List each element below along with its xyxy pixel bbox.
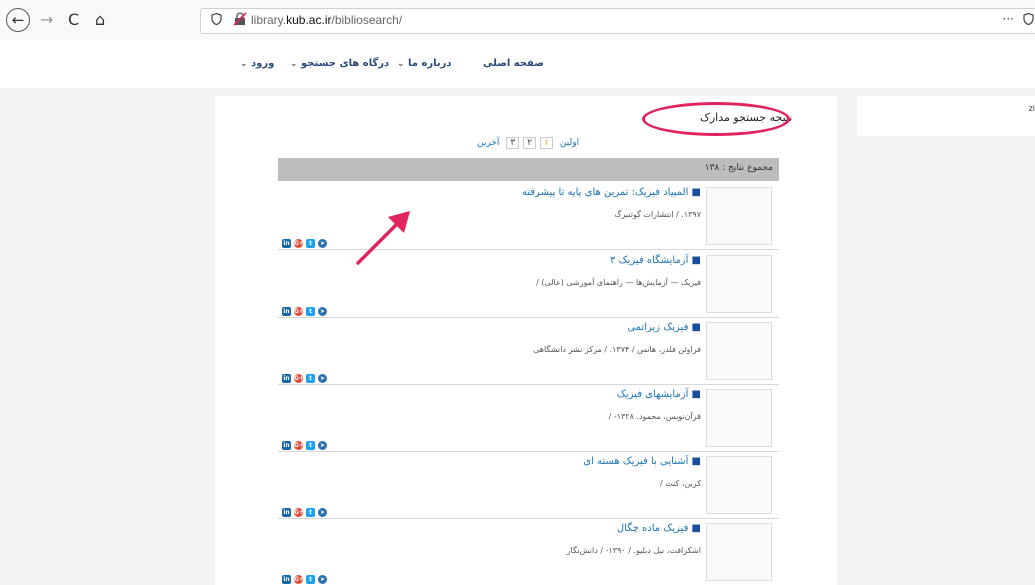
- page-1[interactable]: ۱: [540, 137, 553, 149]
- home-button[interactable]: ⌂: [95, 11, 105, 29]
- book-icon: ■: [691, 322, 701, 333]
- share-icons: in G+ t ➤: [282, 230, 330, 248]
- insecure-lock-icon[interactable]: [233, 12, 247, 30]
- address-bar[interactable]: library.kub.ac.ir/bibliosearch/ ···: [200, 8, 1035, 34]
- result-item: ■ آشنایی با فیزیک هسته ای کرین، کنث / in…: [278, 451, 779, 519]
- result-title[interactable]: ■ آزمایشهای فیزیک: [617, 389, 701, 400]
- googleplus-icon[interactable]: G+: [294, 307, 304, 316]
- twitter-icon[interactable]: t: [306, 307, 315, 316]
- share-icons: in G+ t ➤: [282, 566, 330, 584]
- share-icons: in G+ t ➤: [282, 365, 330, 383]
- book-icon: ■: [691, 456, 701, 467]
- result-item: ■ فیزیک زیراتمی فراوئن فلدر، هانس / ۱۳۷۴…: [278, 317, 779, 385]
- result-title[interactable]: ■ آشنایی با فیزیک هسته ای: [583, 456, 701, 467]
- results-summary-bar: مجموع نتایج : ۱۳۸: [278, 158, 779, 181]
- telegram-icon[interactable]: ➤: [318, 307, 327, 316]
- twitter-icon[interactable]: t: [306, 239, 315, 248]
- telegram-icon[interactable]: ➤: [318, 374, 327, 383]
- page-3[interactable]: ۳: [506, 137, 520, 149]
- nav-login[interactable]: ورود ⌄: [240, 58, 274, 69]
- result-item: ■ فیزیک ماده چگال اشکرافت، نیل دبلیو. / …: [278, 518, 779, 585]
- book-icon: ■: [691, 255, 701, 266]
- result-title[interactable]: ■ فیزیک زیراتمی: [627, 322, 701, 333]
- side-box: zi: [857, 96, 1035, 136]
- telegram-icon[interactable]: ➤: [318, 508, 327, 517]
- nav-about[interactable]: درباره ما ⌄: [397, 58, 452, 69]
- result-thumbnail[interactable]: [706, 389, 772, 447]
- result-title[interactable]: ■ آزمایشگاه فیزیک ۳: [610, 255, 701, 266]
- twitter-icon[interactable]: t: [306, 508, 315, 517]
- result-meta: ۱۳۹۷. / انتشارات گوتنبرگ: [614, 210, 701, 219]
- result-thumbnail[interactable]: [706, 187, 772, 245]
- shield-icon[interactable]: [211, 12, 222, 28]
- browser-toolbar: ← → C ⌂ library.kub.ac.ir/bibliosearch/ …: [0, 0, 1035, 40]
- result-thumbnail[interactable]: [706, 322, 772, 380]
- page-last[interactable]: آخرین: [474, 138, 502, 148]
- googleplus-icon[interactable]: G+: [294, 508, 304, 517]
- telegram-icon[interactable]: ➤: [318, 441, 327, 450]
- googleplus-icon[interactable]: G+: [294, 441, 304, 450]
- page-actions-menu[interactable]: ···: [1003, 12, 1014, 26]
- linkedin-icon[interactable]: in: [282, 575, 291, 584]
- linkedin-icon[interactable]: in: [282, 441, 291, 450]
- linkedin-icon[interactable]: in: [282, 239, 291, 248]
- twitter-icon[interactable]: t: [306, 575, 315, 584]
- back-button[interactable]: ←: [6, 8, 30, 32]
- reload-button[interactable]: C: [68, 11, 79, 29]
- pocket-shield-icon[interactable]: [1023, 12, 1034, 28]
- result-title[interactable]: ■ فیزیک ماده چگال: [617, 523, 701, 534]
- page-first[interactable]: اولین: [557, 138, 582, 148]
- pagination: اولین ۱۲۳ آخرین: [470, 137, 582, 151]
- googleplus-icon[interactable]: G+: [294, 374, 304, 383]
- nav-home[interactable]: صفحه اصلی: [483, 58, 544, 69]
- linkedin-icon[interactable]: in: [282, 307, 291, 316]
- telegram-icon[interactable]: ➤: [318, 239, 327, 248]
- result-thumbnail[interactable]: [706, 523, 772, 581]
- chevron-down-icon: ⌄: [240, 59, 248, 69]
- linkedin-icon[interactable]: in: [282, 374, 291, 383]
- highlight-ellipse: [642, 102, 790, 136]
- nav-search-portals[interactable]: درگاه های جستجو ⌄: [290, 58, 389, 69]
- result-meta: قرآن‌نویس، محمود. ۱۳۲۸- /: [608, 412, 701, 421]
- googleplus-icon[interactable]: G+: [294, 575, 304, 584]
- result-title[interactable]: ■ المپیاد فیزیک: تمرین های پایه تا پیشرف…: [522, 187, 701, 198]
- chevron-down-icon: ⌄: [397, 59, 405, 69]
- side-box-text: zi: [1028, 104, 1035, 113]
- book-icon: ■: [691, 389, 701, 400]
- result-meta: کرین، کنث /: [660, 479, 701, 488]
- googleplus-icon[interactable]: G+: [294, 239, 304, 248]
- share-icons: in G+ t ➤: [282, 499, 330, 517]
- url-text[interactable]: library.kub.ac.ir/bibliosearch/: [251, 13, 402, 27]
- forward-button[interactable]: →: [40, 11, 53, 29]
- page-2[interactable]: ۲: [523, 137, 537, 149]
- result-item: ■ آزمایشهای فیزیک قرآن‌نویس، محمود. ۱۳۲۸…: [278, 384, 779, 452]
- share-icons: in G+ t ➤: [282, 432, 330, 450]
- results-count: مجموع نتایج : ۱۳۸: [704, 163, 773, 173]
- book-icon: ■: [691, 523, 701, 534]
- result-meta: فیزیک — آزمایش‌ها — راهنمای آموزشی (عالی…: [536, 278, 701, 287]
- telegram-icon[interactable]: ➤: [318, 575, 327, 584]
- result-meta: اشکرافت، نیل دبلیو. / ۱۳۹۰- / دانش‌نگار: [566, 546, 701, 555]
- site-nav: صفحه اصلی درباره ما ⌄ درگاه های جستجو ⌄ …: [0, 40, 1035, 88]
- twitter-icon[interactable]: t: [306, 374, 315, 383]
- chevron-down-icon: ⌄: [290, 59, 298, 69]
- result-thumbnail[interactable]: [706, 456, 772, 514]
- result-thumbnail[interactable]: [706, 255, 772, 313]
- twitter-icon[interactable]: t: [306, 441, 315, 450]
- result-meta: فراوئن فلدر، هانس / ۱۳۷۴. / مرکز نشر دان…: [533, 345, 701, 354]
- share-icons: in G+ t ➤: [282, 298, 330, 316]
- book-icon: ■: [691, 187, 701, 198]
- linkedin-icon[interactable]: in: [282, 508, 291, 517]
- annotation-arrow-icon: [356, 211, 410, 265]
